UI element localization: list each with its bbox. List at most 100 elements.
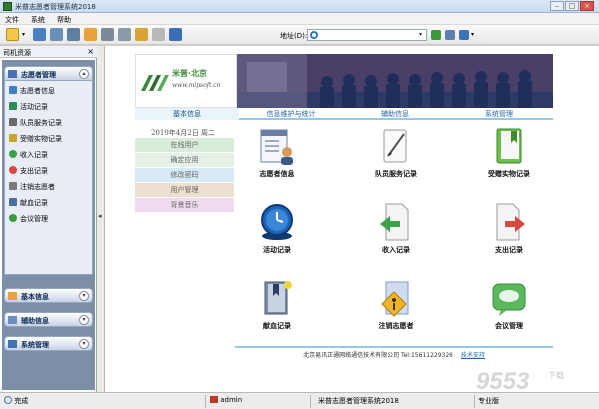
grid-income[interactable]: 收入记录 [356,200,436,270]
chevron-down-icon[interactable]: ▾ [79,291,89,301]
group-system[interactable]: 系统管理 ▾ [4,336,93,351]
sidebar-item-cancel-volunteer[interactable]: 注销志愿者 [9,182,55,194]
gift-icon [9,134,17,142]
sidebar-item-income[interactable]: 收入记录 [9,150,48,162]
close-icon[interactable]: × [87,47,94,56]
go-icon[interactable] [431,30,441,40]
menu-confirm-app[interactable]: 确定应用 [135,153,234,167]
menu-online-users[interactable]: 在线用户 [135,138,234,152]
activity-clock-icon [261,204,293,240]
sidebar-item-blood[interactable]: 献血记录 [9,198,48,210]
menu-bar: 文件 系统 帮助 [0,13,599,25]
list-icon[interactable] [50,28,63,41]
collapse-arrow-icon[interactable]: ◂ [98,212,102,220]
group-volunteer-items: 志愿者信息 活动记录 队员服务记录 受赠实物记录 收入记录 支出记录 注销志愿者… [4,81,93,275]
logo-area: 米普·北京 www.mipsoft.cn [135,54,237,108]
grid-activity[interactable]: 活动记录 [237,200,317,270]
current-date: 2019年4月2日 周二 [151,129,215,137]
people-icon [9,86,17,94]
chevron-down-icon[interactable]: ▾ [416,31,425,39]
sidebar-item-meeting[interactable]: 会议管理 [9,214,48,226]
sidebar-item-expense[interactable]: 支出记录 [9,166,48,178]
menu-file[interactable]: 文件 [5,15,19,25]
tab-aux-info[interactable]: 辅助信息 [343,108,447,120]
activity-icon [9,102,17,110]
watermark-sub: 下载 [548,371,564,380]
volunteer-info-icon [260,129,293,165]
income-icon [9,150,17,158]
footer-divider [235,346,553,348]
menu-system[interactable]: 系统 [31,15,45,25]
main-content: 米普·北京 www.mipsoft.cn 基本信息 信息维护与统计 辅助信息 系… [105,46,599,392]
menu-change-password[interactable]: 修改密码 [135,168,234,182]
nav-dropdown-icon[interactable]: ▾ [471,30,478,40]
tab-system-admin[interactable]: 系统管理 [447,108,551,120]
gift-record-icon [496,128,522,164]
meeting-chat-icon [492,283,526,316]
sidebar-item-service[interactable]: 队员服务记录 [9,118,62,130]
grid-expense[interactable]: 支出记录 [469,200,549,270]
sidebar-item-volunteer-info[interactable]: 志愿者信息 [9,86,55,98]
group-basic-info[interactable]: 基本信息 ▾ [4,288,93,303]
quick-menu: 2019年4月2日 周二 在线用户 确定应用 修改密码 用户管理 背景音乐 [135,122,234,392]
meeting-icon [9,214,17,222]
panel-splitter[interactable]: ◂ [97,46,105,392]
system-icon [8,340,17,348]
company-logo-icon [141,75,169,91]
banner-photo [237,54,553,108]
menu-user-management[interactable]: 用户管理 [135,183,234,197]
print-icon[interactable] [101,28,114,41]
grid-volunteer-info[interactable]: 志愿者信息 [237,124,317,194]
close-button[interactable]: × [580,1,594,11]
chevron-down-icon[interactable]: ▾ [79,315,89,325]
volunteers-photo-icon [237,54,553,108]
address-input[interactable]: ▾ [307,29,427,41]
support-link[interactable]: 技术支持 [461,352,485,359]
toolbar: ▾ 地址(D): ▾ ▾ [0,25,599,45]
status-separator [474,395,475,408]
dropdown-arrow-icon[interactable]: ▾ [22,28,30,41]
app-icon [3,2,12,11]
blood-icon [9,198,17,206]
tab-strip: 基本信息 信息维护与统计 辅助信息 系统管理 [135,108,553,120]
grid-meeting[interactable]: 会议管理 [469,276,549,346]
sidebar-item-activity[interactable]: 活动记录 [9,102,48,114]
tab-maintenance-stats[interactable]: 信息维护与统计 [239,108,343,120]
maximize-button[interactable]: □ [565,1,579,11]
title-bar: 米普志愿者管理系统2018 – □ × [0,0,599,13]
grid-service-record[interactable]: 队员服务记录 [356,124,436,194]
group-label: 辅助信息 [21,317,49,325]
view-icon[interactable] [33,28,46,41]
grid-cancel-volunteer[interactable]: 注销志愿者 [356,276,436,346]
grid-blood-donation[interactable]: 献血记录 [237,276,317,346]
card-icon[interactable] [67,28,80,41]
banner: 米普·北京 www.mipsoft.cn [135,54,553,108]
menu-help[interactable]: 帮助 [57,15,71,25]
menu-background-music[interactable]: 背景音乐 [135,198,234,212]
user-lock-icon[interactable] [135,28,148,41]
status-user: admin [210,396,242,407]
chevron-down-icon[interactable]: ▾ [79,339,89,349]
lock-icon[interactable] [152,28,165,41]
sidebar-item-gift[interactable]: 受赠实物记录 [9,134,62,146]
info-icon [8,292,17,300]
new-icon[interactable] [6,28,19,41]
tab-basic-info[interactable]: 基本信息 [135,108,239,120]
status-separator [310,395,311,408]
group-label: 志愿者管理 [21,71,56,79]
chevron-up-icon[interactable]: ▴ [79,69,89,79]
globe-icon [4,396,12,404]
panel-header: 司机资源 × [0,46,97,58]
group-volunteer[interactable]: 志愿者管理 ▴ [4,66,93,81]
exit-icon[interactable] [169,28,182,41]
status-edition: 专业版 [478,397,499,405]
status-app-name: 米普志愿者管理系统2018 [318,397,399,405]
minimize-button[interactable]: – [550,1,564,11]
grid-gift-record[interactable]: 受赠实物记录 [469,124,549,194]
home-icon[interactable] [84,28,97,41]
favorite-icon[interactable] [459,30,469,40]
refresh-icon[interactable] [445,30,455,40]
group-aux-info[interactable]: 辅助信息 ▾ [4,312,93,327]
tools-icon[interactable] [118,28,131,41]
status-text: 完成 [14,397,29,405]
